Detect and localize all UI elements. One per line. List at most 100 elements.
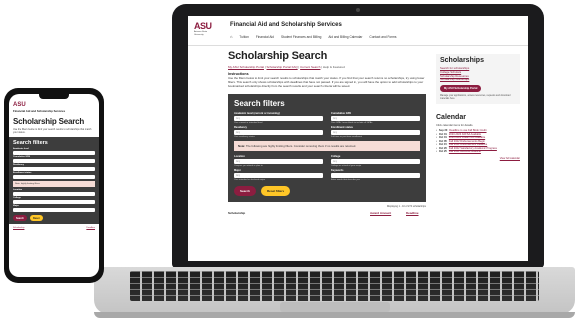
phone-filters-heading: Search filters — [13, 140, 48, 147]
filter-label: Cumulative GPA — [331, 112, 352, 116]
phone-screen: ASU Financial Aid and Scholarship Servic… — [9, 94, 99, 277]
phone-filter-input[interactable] — [13, 151, 95, 156]
phone-filter-note: Note: highly limiting filters — [13, 181, 95, 188]
phone-reset-button[interactable]: Reset — [29, 215, 43, 222]
filter-help: College or school of your major — [331, 165, 362, 168]
nav-item-financial-aid[interactable]: Financial Aid — [256, 35, 274, 39]
results-count: Displaying 1 - 10 of 274 scholarships — [386, 205, 426, 209]
main-nav: ⌂ Tuition Financial Aid Student Finances… — [230, 35, 397, 40]
phone-column-scholarship[interactable]: Scholarship — [13, 227, 24, 229]
filter-field: Residency Any Your residency status — [234, 126, 323, 138]
major-select[interactable]: Any — [234, 173, 323, 179]
gpa-select[interactable]: Any — [331, 116, 420, 122]
filter-label: Keywords — [331, 169, 344, 173]
phone-page-title: Scholarship Search — [13, 117, 85, 126]
site-title[interactable]: Financial Aid and Scholarship Services — [230, 22, 342, 28]
filter-label: Residency — [234, 126, 247, 130]
note-label: Note: — [238, 144, 246, 149]
home-icon[interactable]: ⌂ — [230, 35, 232, 39]
filter-field: Enrollment status Any Full-time or part-… — [331, 126, 420, 138]
main-content: Scholarship Search My ASU Scholarship Po… — [228, 50, 426, 215]
filter-label: Enrollment status — [331, 126, 353, 130]
sidebar-heading: Scholarships — [440, 57, 484, 64]
filter-field: Keywords Enter words that describe you — [331, 169, 420, 181]
phone-notch — [39, 94, 69, 99]
phone-search-button[interactable]: Search — [13, 215, 27, 222]
phone-filter-label: Academic level — [13, 148, 29, 151]
phone-site-title: Financial Aid and Scholarship Services — [13, 109, 66, 113]
nav-item-student-finances[interactable]: Student Finances and Billing — [281, 35, 321, 39]
phone-filter-label: Enrollment status — [13, 172, 32, 175]
calendar: Calendar Click calendar items for detail… — [436, 114, 520, 160]
filter-row: Academic level (current or incoming) Any… — [234, 112, 420, 124]
college-select[interactable]: Any — [331, 159, 420, 165]
location-select[interactable]: Any — [234, 159, 323, 165]
nav-item-calendar[interactable]: Aid and Billing Calendar — [328, 35, 362, 39]
note-text: The following are highly limiting filter… — [245, 144, 357, 149]
filter-row: Location Any Campus you attend or plan t… — [234, 155, 420, 167]
breadcrumb: My ASU Scholarship Portal | Scholarship … — [228, 65, 345, 69]
calendar-date: Oct 25 — [438, 150, 447, 154]
nav-item-contact[interactable]: Contact and Forms — [369, 35, 396, 39]
phone-column-deadline[interactable]: Deadline — [86, 227, 95, 229]
academic-level-select[interactable]: Any — [234, 116, 323, 122]
portal-note: Manage your applications, access resourc… — [440, 95, 511, 101]
page-title: Scholarship Search — [228, 50, 328, 62]
filter-label: College — [331, 155, 341, 159]
filter-row: Residency Any Your residency status Enro… — [234, 126, 420, 138]
search-button[interactable]: Search — [234, 186, 257, 197]
filter-help: Full-time or part-time enrollment — [331, 136, 362, 139]
nav-item-tuition[interactable]: Tuition — [239, 35, 248, 39]
search-filters-panel: Search filters Academic level (current o… — [228, 94, 426, 203]
filter-field: Major Any Your intended or declared majo… — [234, 169, 323, 181]
phone-filter-input[interactable] — [13, 192, 95, 197]
phone-intro: Use the filters below to limit your sear… — [13, 128, 92, 135]
filter-help: Enter words that describe you — [331, 179, 360, 182]
logo-subtitle: Arizona State University — [194, 31, 208, 36]
filter-help: Your intended or declared major — [234, 179, 266, 182]
column-header-scholarship: Scholarship — [228, 211, 246, 216]
view-full-calendar-link[interactable]: View full calendar — [436, 157, 520, 160]
column-header-award[interactable]: Award Amount — [370, 211, 406, 215]
laptop-screen: ASU Arizona State University Financial A… — [188, 16, 528, 261]
scholarship-portal-button[interactable]: My ASU Scholarship Portal — [440, 85, 482, 93]
filter-help: Your current or intended level — [234, 122, 263, 125]
filter-field: Academic level (current or incoming) Any… — [234, 112, 323, 124]
results-table-header: Scholarship Award Amount Deadline — [228, 211, 426, 215]
sidebar-link[interactable]: Scholarship Workshops — [440, 78, 516, 82]
calendar-item[interactable]: • Oct 25 Fall 2022 Refunds Deadline — [436, 150, 520, 154]
phone-asu-logo[interactable]: ASU — [13, 102, 95, 108]
calendar-link[interactable]: Fall 2022 Refunds Deadline — [449, 150, 481, 154]
breadcrumb-link[interactable]: Scholarship Portal FAQ — [266, 65, 297, 69]
enrollment-select[interactable]: Any — [331, 130, 420, 136]
breadcrumb-link[interactable]: My ASU Scholarship Portal — [228, 65, 264, 69]
calendar-intro: Click calendar items for details. — [436, 124, 474, 128]
trackpad — [280, 302, 390, 312]
phone-filter-input[interactable] — [13, 167, 95, 172]
keywords-input[interactable] — [331, 173, 420, 179]
column-header-deadline[interactable]: Deadline — [406, 211, 426, 215]
laptop-lid: ASU Arizona State University Financial A… — [172, 4, 544, 268]
laptop-base-lip — [94, 312, 575, 318]
phone-filter-input[interactable] — [13, 175, 95, 180]
calendar-heading: Calendar — [436, 114, 466, 122]
filter-label: Location — [234, 155, 245, 159]
keyboard-rows — [130, 271, 539, 301]
phone-table-header: Scholarship Deadline — [9, 224, 99, 232]
laptop-base — [94, 267, 575, 314]
phone-filter-label: Major — [13, 205, 19, 208]
site-header: ASU Arizona State University Financial A… — [188, 16, 528, 46]
filter-row: Major Any Your intended or declared majo… — [234, 169, 420, 181]
residency-select[interactable]: Any — [234, 130, 323, 136]
filter-help: Your residency status — [234, 136, 255, 139]
reset-filters-button[interactable]: Reset filters — [261, 186, 291, 197]
filter-help: Campus you attend or plan to — [234, 165, 263, 168]
phone-filter-input[interactable] — [13, 159, 95, 164]
phone-filter-input[interactable] — [13, 208, 95, 213]
phone-filter-label: Residency — [13, 164, 24, 167]
filter-label: Major — [234, 169, 241, 173]
asu-logo[interactable]: ASU Arizona State University — [194, 22, 212, 36]
phone-filter-input[interactable] — [13, 200, 95, 205]
sidebar: Scholarships Search for scholarships Col… — [436, 54, 520, 160]
breadcrumb-link[interactable]: Current Search — [300, 65, 320, 69]
